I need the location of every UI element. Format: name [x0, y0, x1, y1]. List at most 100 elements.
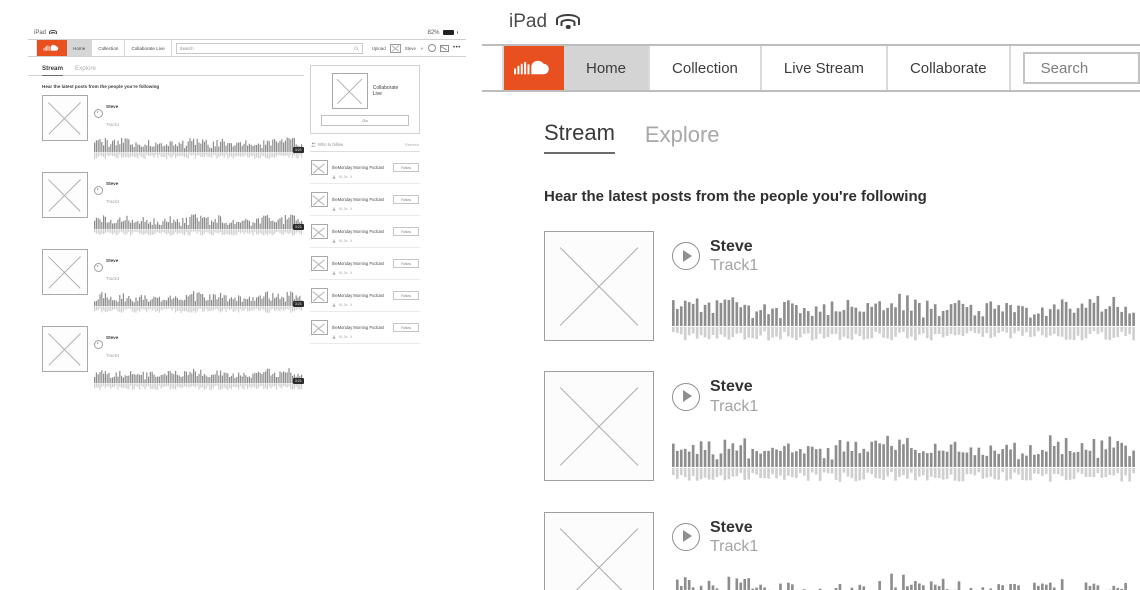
followers-icon: [332, 239, 336, 243]
who-to-follow-item[interactable]: theMonday Morning Podcast 51.2k 4 Follow: [310, 248, 420, 280]
wifi-icon: [556, 14, 581, 30]
large-nav-tab-live-stream[interactable]: Live Stream: [762, 46, 888, 90]
who-to-follow-item[interactable]: theMonday Morning Podcast 51.2k 4 Follow: [310, 152, 420, 184]
large-nav-tab-collaborate-label: Collaborate: [909, 59, 987, 77]
large-nav-tab-collection[interactable]: Collection: [650, 46, 762, 90]
small-status-bar: iPad 82%: [28, 26, 466, 39]
who-to-follow-item-tracks: 4: [350, 239, 353, 243]
upload-button[interactable]: Upload: [372, 46, 386, 51]
large-tab-explore[interactable]: Explore: [645, 122, 720, 154]
play-icon[interactable]: [94, 185, 103, 195]
small-track-names: Steve Track1: [106, 95, 119, 131]
chevron-down-icon[interactable]: ▼: [420, 46, 424, 51]
soundcloud-logo-icon[interactable]: [37, 40, 67, 56]
who-to-follow-item-name: theMonday Morning Podcast: [332, 293, 385, 298]
large-track-names: Steve Track1: [710, 237, 758, 275]
play-icon[interactable]: [672, 382, 700, 411]
play-icon[interactable]: [94, 339, 103, 349]
waveform-graphic: [94, 137, 303, 160]
small-search-placeholder: Search: [179, 45, 194, 51]
follow-button[interactable]: Follow: [393, 227, 419, 236]
play-icon[interactable]: [94, 108, 103, 118]
small-track-names: Steve Track3: [106, 249, 119, 285]
bell-icon[interactable]: [427, 44, 436, 52]
large-track-title: Track1: [710, 257, 759, 275]
large-nav-tab-home[interactable]: Home: [564, 46, 651, 90]
follow-button[interactable]: Follow: [393, 323, 419, 332]
who-to-follow-item-tracks: 4: [350, 175, 353, 179]
small-wireframe-mockup: iPad 82% Home Collection Collaborate Liv…: [28, 26, 466, 391]
small-nav-right-group: Upload Steve ▼ •••: [367, 40, 466, 56]
wifi-icon: [48, 29, 57, 36]
collaborate-live-go-button[interactable]: Go: [321, 115, 409, 126]
waveform[interactable]: 3:21: [94, 366, 304, 392]
small-track-meta: Steve Track2 3:21: [94, 172, 304, 238]
follow-button[interactable]: Follow: [393, 259, 419, 268]
large-nav-tab-collaborate[interactable]: Collaborate: [888, 46, 1011, 90]
who-to-follow-item[interactable]: theMonday Morning Podcast 51.2k 4 Follow: [310, 184, 420, 216]
artwork-placeholder-icon: [42, 172, 88, 218]
soundcloud-logo-icon[interactable]: [504, 46, 564, 90]
small-track-user: Steve: [106, 104, 119, 109]
track-duration-badge: 3:21: [292, 147, 304, 153]
follow-button[interactable]: Follow: [393, 291, 419, 300]
who-to-follow-item-stats: 51.2k 4: [332, 207, 389, 211]
waveform[interactable]: 3:21: [94, 135, 304, 161]
small-track-user: Steve: [106, 181, 119, 186]
small-track-row[interactable]: Steve Track3 3:21: [28, 249, 304, 326]
waveform[interactable]: 3:21: [94, 212, 304, 238]
waveform[interactable]: 3:21: [94, 289, 304, 315]
large-track-row[interactable]: Steve Track1: [544, 511, 1140, 590]
play-icon[interactable]: [94, 262, 103, 272]
collaborate-live-title: Collaborate Live: [373, 85, 399, 98]
small-nav-tab-collection[interactable]: Collection: [92, 40, 126, 56]
who-to-follow-item[interactable]: theMonday Morning Podcast 51.2k 4 Follow: [310, 280, 420, 312]
who-to-follow-item-followers: 51.2k: [339, 207, 348, 211]
play-icon[interactable]: [672, 522, 700, 551]
waveform[interactable]: [672, 430, 1140, 486]
who-to-follow-label: Who to follow: [318, 142, 344, 147]
who-to-follow-refresh-button[interactable]: Refresh: [405, 142, 419, 147]
large-stream-explore-tabs: Stream Explore: [544, 120, 1140, 154]
who-to-follow-item[interactable]: theMonday Morning Podcast 51.2k 4 Follow: [310, 312, 420, 344]
small-tab-explore[interactable]: Explore: [75, 65, 96, 72]
small-body: Stream Explore Hear the latest posts fro…: [28, 57, 466, 403]
follow-button[interactable]: Follow: [393, 163, 419, 172]
large-tab-stream[interactable]: Stream: [544, 120, 615, 154]
large-track-row[interactable]: Steve Track1: [544, 231, 1140, 345]
small-track-header: Steve Track2: [94, 172, 304, 208]
small-track-row[interactable]: Steve Track2 3:21: [28, 172, 304, 249]
follow-button[interactable]: Follow: [393, 195, 419, 204]
large-device-label: iPad: [509, 11, 548, 32]
small-nav-tab-home[interactable]: Home: [67, 40, 93, 56]
large-track-user: Steve: [710, 378, 753, 396]
people-icon: [311, 142, 316, 147]
artwork-placeholder-icon: [544, 511, 654, 590]
large-track-header: Steve Track1: [672, 231, 1140, 275]
avatar-placeholder-icon[interactable]: [389, 43, 401, 53]
large-track-title: Track1: [710, 537, 759, 555]
waveform[interactable]: [672, 570, 1140, 590]
who-to-follow-item[interactable]: theMonday Morning Podcast 51.2k 4 Follow: [310, 216, 420, 248]
message-icon[interactable]: [439, 44, 449, 52]
avatar-placeholder-icon: [311, 256, 328, 271]
more-dots-icon[interactable]: •••: [453, 45, 461, 51]
large-search-input[interactable]: Search: [1022, 52, 1140, 84]
large-nav-tab-live-stream-label: Live Stream: [783, 59, 864, 77]
large-track-header: Steve Track1: [672, 512, 1140, 556]
small-track-row[interactable]: Steve Track4 3:21: [28, 326, 304, 403]
small-tab-stream[interactable]: Stream: [42, 65, 63, 76]
avatar-placeholder-icon: [311, 288, 328, 303]
small-user-name-label[interactable]: Steve: [405, 46, 416, 51]
large-track-row[interactable]: Steve Track1: [544, 371, 1140, 485]
soundcloud-cloud-icon: [43, 44, 59, 51]
waveform[interactable]: [672, 289, 1140, 345]
play-icon[interactable]: [672, 242, 700, 271]
who-to-follow-item-name: theMonday Morning Podcast: [332, 261, 385, 266]
waveform-graphic: [672, 294, 1135, 341]
who-to-follow-item-info: theMonday Morning Podcast 51.2k 4: [332, 220, 389, 243]
small-track-row[interactable]: Steve Track1 3:21: [28, 95, 304, 172]
small-nav-tab-collaborate-live[interactable]: Collaborate Live: [125, 40, 172, 56]
followers-icon: [332, 303, 336, 307]
small-search-input[interactable]: Search: [175, 42, 363, 54]
